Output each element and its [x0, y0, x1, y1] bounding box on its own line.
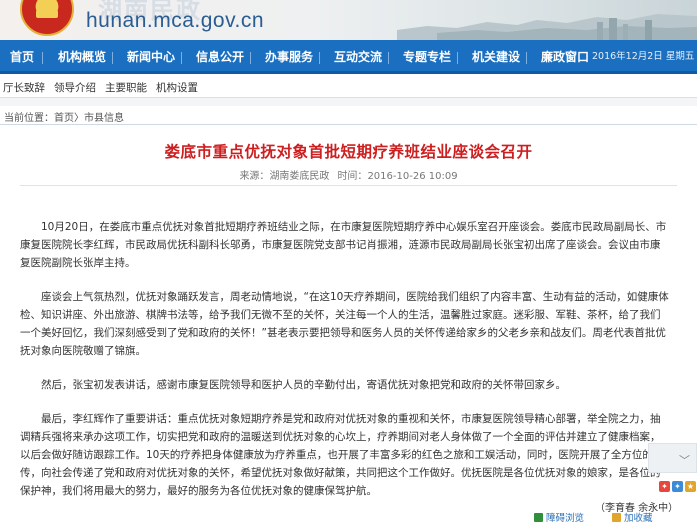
site-domain[interactable]: hunan.mca.gov.cn: [86, 9, 264, 33]
qzone-share-icon[interactable]: ★: [685, 481, 696, 492]
article-author: （李育春 余永中）: [595, 503, 679, 514]
divider-band: [0, 98, 697, 106]
article-paragraph: 座谈会上气氛热烈，优抚对象踊跃发言，周老动情地说，“在这10天疗养期间，医院给我…: [20, 291, 669, 357]
chevron-down-icon[interactable]: ﹀: [679, 452, 690, 468]
header-banner: 湖南民政 hunan.mca.gov.cn: [0, 0, 697, 40]
city-skyline-image: [397, 14, 697, 40]
time-value: 2016-10-26 10:09: [367, 171, 458, 182]
nav-agency-building[interactable]: 机关建设: [472, 40, 520, 74]
source-value: 湖南娄底民政: [269, 171, 330, 182]
bottom-toolbar: 障碍浏览 加收藏: [520, 513, 697, 525]
subnav-functions[interactable]: 主要职能: [105, 80, 147, 95]
star-icon: [612, 513, 621, 522]
article-paragraph: 最后，李红辉作了重要讲话：重点优抚对象短期疗养是党和政府对优抚对象的重视和关怀，…: [20, 413, 664, 497]
nav-organization[interactable]: 机构概览: [58, 40, 106, 74]
floating-panel[interactable]: ﹀: [648, 443, 697, 473]
nav-services[interactable]: 办事服务: [265, 40, 313, 74]
tencent-share-icon[interactable]: ✦: [672, 481, 683, 492]
article-paragraph: 10月20日，在娄底市重点优抚对象首批短期疗养班结业之际，在市康复医院短期疗养中…: [20, 221, 667, 269]
favorite-label: 加收藏: [624, 513, 653, 524]
nav-special-topics[interactable]: 专题专栏: [403, 40, 451, 74]
nav-news-center[interactable]: 新闻中心: [127, 40, 175, 74]
article-paragraph: 然后，张宝初发表讲话，感谢市康复医院领导和医护人员的辛勤付出，寄语优抚对象把党和…: [41, 379, 566, 391]
easy-read-button[interactable]: 障碍浏览: [534, 513, 584, 525]
subnav-leaders[interactable]: 领导介绍: [54, 80, 96, 95]
nav-info-disclosure[interactable]: 信息公开: [196, 40, 244, 74]
weibo-share-icon[interactable]: ✦: [659, 481, 670, 492]
nav-integrity-window[interactable]: 廉政窗口: [541, 40, 589, 74]
breadcrumb-home[interactable]: 首页: [54, 113, 74, 124]
main-navigation: 首页 机构概览 新闻中心 信息公开 办事服务 互动交流 专题专栏 机关建设 廉政…: [0, 40, 697, 74]
current-date: 2016年12月2日 星期五: [592, 51, 695, 62]
breadcrumb-section[interactable]: 市县信息: [84, 113, 124, 124]
source-label: 来源：: [239, 171, 270, 182]
article-title: 娄底市重点优抚对象首批短期疗养班结业座谈会召开: [164, 143, 533, 161]
breadcrumb-prefix: 当前位置：: [4, 113, 54, 124]
national-emblem-logo: [20, 0, 74, 36]
subnav-director-speech[interactable]: 厅长致辞: [3, 80, 45, 95]
breadcrumb: 当前位置：首页〉市县信息: [4, 109, 124, 124]
nav-home[interactable]: 首页: [10, 40, 34, 74]
article-body: 10月20日，在娄底市重点优抚对象首批短期疗养班结业之际，在市康复医院短期疗养中…: [20, 218, 670, 516]
breadcrumb-divider: [0, 124, 697, 125]
meta-divider: [20, 185, 677, 186]
easy-read-label: 障碍浏览: [546, 513, 585, 524]
article-meta: 来源：湖南娄底民政 时间：2016-10-26 10:09: [0, 167, 697, 182]
nav-interaction[interactable]: 互动交流: [334, 40, 382, 74]
time-label: 时间：: [337, 171, 368, 182]
subnav-structure[interactable]: 机构设置: [156, 80, 198, 95]
favorite-button[interactable]: 加收藏: [612, 513, 653, 525]
breadcrumb-separator: 〉: [74, 113, 84, 124]
accessibility-icon: [534, 513, 543, 522]
sub-navigation: 厅长致辞 领导介绍 主要职能 机构设置: [0, 77, 697, 98]
